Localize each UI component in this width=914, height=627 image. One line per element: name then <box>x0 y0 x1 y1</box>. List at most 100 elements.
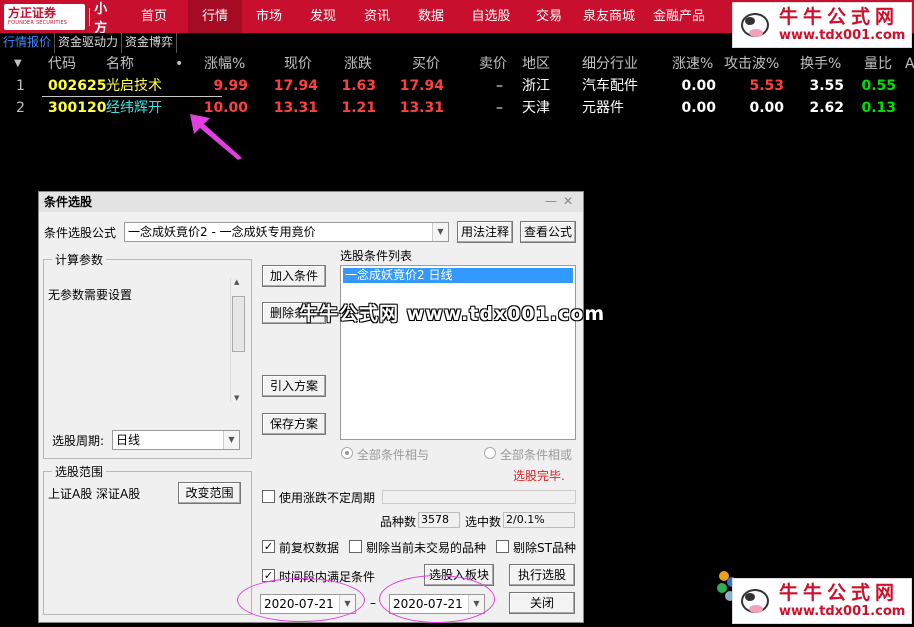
price: 17.94 <box>273 78 318 94</box>
header-change-pct[interactable]: 涨幅% <box>204 54 245 74</box>
brand-logo: 方正证券 FOUNDER SECURITIES <box>4 3 86 30</box>
header-more[interactable]: A <box>905 54 914 74</box>
cow-icon <box>737 7 773 43</box>
nav-quotes[interactable]: 行情 <box>188 0 242 33</box>
status-text: 选股完毕. <box>513 469 565 483</box>
industry: 元器件 <box>582 100 624 116</box>
tab-quotes[interactable]: 行情报价 <box>0 33 56 53</box>
selected-label: 选中数 <box>465 515 502 529</box>
nav-market[interactable]: 市场 <box>242 0 296 33</box>
table-row[interactable]: 1 002625 光启技术 9.99 17.94 1.63 17.94 – 浙江… <box>0 76 914 97</box>
sort-icon[interactable]: ▼ <box>14 54 22 74</box>
tab-fund-game[interactable]: 资金博弈 <box>122 33 178 53</box>
add-condition-button[interactable]: 加入条件 <box>262 265 326 287</box>
scroll-thumb[interactable] <box>232 296 245 352</box>
calc-params-group: 计算参数 无参数需要设置 ▲ ▼ 选股周期: 日线 ▼ <box>43 251 252 459</box>
formula-value: 一念成妖竟价2 - 一念成妖专用竟价 <box>128 225 316 239</box>
header-ask[interactable]: 卖价 <box>479 54 507 74</box>
scroll-down-icon[interactable]: ▼ <box>234 394 239 402</box>
sub-tabs: 行情报价 资金驱动力 资金博弈 <box>0 33 178 53</box>
condition-list-label: 选股条件列表 <box>340 249 413 263</box>
scope-label: 选股范围 <box>52 463 107 480</box>
table-row[interactable]: 2 300120 经纬辉开 10.00 13.31 1.21 13.31 – 天… <box>0 98 914 119</box>
header-industry[interactable]: 细分行业 <box>582 54 638 74</box>
row-index: 1 <box>16 78 25 94</box>
header-speed[interactable]: 涨速% <box>672 54 713 74</box>
condition-select-dialog: 条件选股 —✕ 条件选股公式 一念成妖竟价2 - 一念成妖专用竟价 ▼ 用法注释… <box>38 191 584 623</box>
list-item[interactable]: 一念成妖竟价2 日线 <box>343 268 573 283</box>
dialog-title[interactable]: 条件选股 <box>39 192 583 212</box>
period-label: 选股周期: <box>52 434 105 448</box>
attack-wave: 0.00 <box>749 100 784 116</box>
header-bid[interactable]: 买价 <box>412 54 440 74</box>
condition-list[interactable]: 一念成妖竟价2 日线 <box>340 265 576 440</box>
exclude-untraded-checkbox[interactable] <box>349 540 362 553</box>
bid-price: 13.31 <box>399 100 444 116</box>
watermark-url: www.tdx001.com <box>779 28 906 43</box>
exclude-st-label: 剔除ST品种 <box>513 541 576 555</box>
nav-watchlist[interactable]: 自选股 <box>458 0 524 33</box>
header-name[interactable]: 名称 <box>106 54 134 74</box>
chevron-down-icon[interactable]: ▼ <box>223 431 239 449</box>
brand[interactable]: 方正证券 FOUNDER SECURITIES 小方 <box>0 0 120 36</box>
center-watermark: 牛牛公式网 www.tdx001.com <box>299 303 606 325</box>
nav-products[interactable]: 金融产品 <box>644 0 714 33</box>
count-label: 品种数 <box>380 515 417 529</box>
radio-and[interactable] <box>341 447 353 459</box>
header-price[interactable]: 现价 <box>284 54 312 74</box>
radio-or[interactable] <box>484 447 496 459</box>
highlight-ellipse <box>379 575 495 623</box>
nav-news[interactable]: 资讯 <box>350 0 404 33</box>
nav-trade[interactable]: 交易 <box>524 0 574 33</box>
scroll-up-icon[interactable]: ▲ <box>234 278 239 286</box>
pre-adjust-label: 前复权数据 <box>279 541 340 555</box>
nav-home[interactable]: 首页 <box>120 0 188 33</box>
nav-data[interactable]: 数据 <box>404 0 458 33</box>
close-button[interactable]: 关闭 <box>509 592 575 614</box>
exclude-untraded-label: 剔除当前未交易的品种 <box>366 541 487 555</box>
save-plan-button[interactable]: 保存方案 <box>262 413 326 435</box>
nav-discover[interactable]: 发现 <box>296 0 350 33</box>
turnover: 3.55 <box>809 78 844 94</box>
minimize-icon[interactable]: — <box>545 194 563 208</box>
no-params-text: 无参数需要设置 <box>48 288 133 302</box>
brand-name: 方正证券 <box>8 5 57 20</box>
usage-notes-button[interactable]: 用法注释 <box>457 221 513 243</box>
header-region[interactable]: 地区 <box>522 54 550 74</box>
header-attack[interactable]: 攻击波% <box>724 54 779 74</box>
period-value: 日线 <box>116 433 141 447</box>
attack-wave: 5.53 <box>749 78 784 94</box>
close-icon[interactable]: ✕ <box>563 194 579 208</box>
watermark-title: 牛牛公式网 <box>779 6 900 28</box>
import-plan-button[interactable]: 引入方案 <box>262 375 326 397</box>
header-vol-ratio[interactable]: 量比 <box>864 54 892 74</box>
view-formula-button[interactable]: 查看公式 <box>520 221 576 243</box>
chevron-down-icon[interactable]: ▼ <box>432 223 448 241</box>
watermark-url: www.tdx001.com <box>779 604 906 619</box>
bid-price: 17.94 <box>399 78 444 94</box>
params-scrollbar[interactable]: ▲ ▼ <box>230 278 246 402</box>
pre-adjust-checkbox[interactable]: ✓ <box>262 540 275 553</box>
price: 13.31 <box>273 100 318 116</box>
header-turnover[interactable]: 换手% <box>800 54 841 74</box>
change-scope-button[interactable]: 改变范围 <box>178 482 241 504</box>
variable-period-checkbox[interactable] <box>262 490 275 503</box>
exclude-st-checkbox[interactable] <box>496 540 509 553</box>
vol-ratio: 0.55 <box>861 78 896 94</box>
calc-params-label: 计算参数 <box>52 251 107 268</box>
change: 1.63 <box>341 78 376 94</box>
dialog-window-controls: —✕ <box>545 194 579 208</box>
speed: 0.00 <box>681 78 716 94</box>
header-change[interactable]: 涨跌 <box>344 54 372 74</box>
region: 天津 <box>522 100 550 116</box>
header-code[interactable]: 代码 <box>48 54 76 74</box>
stock-code: 002625 <box>48 78 107 94</box>
run-select-button[interactable]: 执行选股 <box>509 564 575 586</box>
row-divider <box>42 96 222 97</box>
stock-name: 经纬辉开 <box>106 100 162 116</box>
speed: 0.00 <box>681 100 716 116</box>
formula-select[interactable]: 一念成妖竟价2 - 一念成妖专用竟价 ▼ <box>124 222 449 242</box>
period-select[interactable]: 日线 ▼ <box>112 430 240 450</box>
tab-fund-drive[interactable]: 资金驱动力 <box>55 33 123 53</box>
nav-mall[interactable]: 泉友商城 <box>574 0 644 33</box>
